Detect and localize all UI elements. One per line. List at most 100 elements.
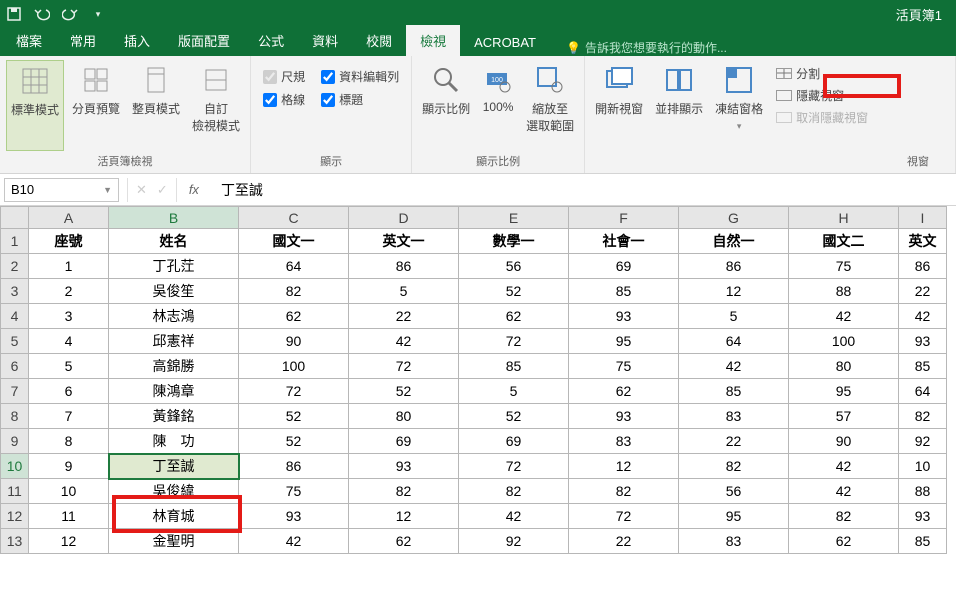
cell[interactable]: 金聖明: [109, 529, 239, 554]
cell[interactable]: 82: [679, 454, 789, 479]
cell[interactable]: 83: [569, 429, 679, 454]
cell[interactable]: 22: [349, 304, 459, 329]
tab-data[interactable]: 資料: [298, 25, 352, 56]
cell[interactable]: 90: [789, 429, 899, 454]
row-header[interactable]: 5: [1, 329, 29, 354]
cell[interactable]: 83: [679, 404, 789, 429]
cell[interactable]: 42: [789, 454, 899, 479]
formula-bar-checkbox[interactable]: 資料編輯列: [321, 68, 399, 85]
cell[interactable]: 93: [569, 404, 679, 429]
col-header[interactable]: A: [29, 207, 109, 229]
cell[interactable]: 丁孔茳: [109, 254, 239, 279]
cell[interactable]: 85: [899, 529, 947, 554]
cell[interactable]: 95: [569, 329, 679, 354]
col-header[interactable]: E: [459, 207, 569, 229]
col-header[interactable]: I: [899, 207, 947, 229]
cell[interactable]: 林育城: [109, 504, 239, 529]
cell[interactable]: 85: [459, 354, 569, 379]
tab-insert[interactable]: 插入: [110, 25, 164, 56]
cell[interactable]: 56: [459, 254, 569, 279]
cell[interactable]: 邱憲祥: [109, 329, 239, 354]
cell[interactable]: 陳鴻章: [109, 379, 239, 404]
cell[interactable]: 100: [789, 329, 899, 354]
cell[interactable]: 92: [899, 429, 947, 454]
cell[interactable]: 42: [789, 479, 899, 504]
tab-review[interactable]: 校閱: [352, 25, 406, 56]
tell-me[interactable]: 💡 告訴我您想要執行的動作...: [566, 39, 727, 56]
row-header[interactable]: 4: [1, 304, 29, 329]
cell[interactable]: 52: [239, 429, 349, 454]
cell[interactable]: 吳俊緯: [109, 479, 239, 504]
cell[interactable]: 64: [679, 329, 789, 354]
cell[interactable]: 12: [679, 279, 789, 304]
undo-icon[interactable]: [34, 6, 50, 22]
cell[interactable]: 82: [899, 404, 947, 429]
cell[interactable]: 22: [679, 429, 789, 454]
cell[interactable]: 自然一: [679, 229, 789, 254]
cell[interactable]: 10: [899, 454, 947, 479]
cell[interactable]: 95: [679, 504, 789, 529]
cell[interactable]: 42: [459, 504, 569, 529]
save-icon[interactable]: [6, 6, 22, 22]
cell[interactable]: 72: [239, 379, 349, 404]
cell[interactable]: 82: [239, 279, 349, 304]
cancel-icon[interactable]: ✕: [136, 182, 147, 198]
col-header[interactable]: G: [679, 207, 789, 229]
cell[interactable]: 英文一: [349, 229, 459, 254]
cell[interactable]: 黃鋒銘: [109, 404, 239, 429]
cell[interactable]: 85: [679, 379, 789, 404]
name-box[interactable]: B10▼: [4, 178, 119, 202]
worksheet[interactable]: A B C D E F G H I 1 座號姓名國文一英文一數學一社會一自然一國…: [0, 206, 956, 554]
ruler-checkbox[interactable]: 尺規: [263, 68, 305, 85]
page-break-button[interactable]: 分頁預覽: [68, 60, 124, 151]
qat-customize-icon[interactable]: ▾: [90, 6, 106, 22]
cell[interactable]: 93: [899, 504, 947, 529]
cell[interactable]: 社會一: [569, 229, 679, 254]
row-header[interactable]: 10: [1, 454, 29, 479]
cell[interactable]: 80: [789, 354, 899, 379]
cell[interactable]: 72: [349, 354, 459, 379]
cell[interactable]: 56: [679, 479, 789, 504]
headings-checkbox[interactable]: 標題: [321, 91, 399, 108]
tab-layout[interactable]: 版面配置: [164, 25, 244, 56]
cell[interactable]: 姓名: [109, 229, 239, 254]
cell[interactable]: 5: [459, 379, 569, 404]
cell[interactable]: 22: [569, 529, 679, 554]
cell[interactable]: 82: [349, 479, 459, 504]
normal-view-button[interactable]: 標準模式: [6, 60, 64, 151]
cell[interactable]: 42: [239, 529, 349, 554]
cell[interactable]: 86: [239, 454, 349, 479]
cell[interactable]: 72: [459, 454, 569, 479]
cell[interactable]: 82: [569, 479, 679, 504]
cell[interactable]: 國文一: [239, 229, 349, 254]
page-layout-button[interactable]: 整頁模式: [128, 60, 184, 151]
cell[interactable]: 57: [789, 404, 899, 429]
row-header[interactable]: 9: [1, 429, 29, 454]
chevron-down-icon[interactable]: ▼: [103, 185, 112, 195]
row-header[interactable]: 8: [1, 404, 29, 429]
cell[interactable]: 86: [349, 254, 459, 279]
cell[interactable]: 12: [349, 504, 459, 529]
cell[interactable]: 85: [899, 354, 947, 379]
cell[interactable]: 93: [899, 329, 947, 354]
col-header[interactable]: F: [569, 207, 679, 229]
cell[interactable]: 42: [679, 354, 789, 379]
cell[interactable]: 86: [899, 254, 947, 279]
row-header[interactable]: 7: [1, 379, 29, 404]
cell[interactable]: 3: [29, 304, 109, 329]
row-header[interactable]: 1: [1, 229, 29, 254]
cell[interactable]: 92: [459, 529, 569, 554]
cell[interactable]: 62: [789, 529, 899, 554]
cell[interactable]: 42: [789, 304, 899, 329]
zoom-100-button[interactable]: 100100%: [478, 60, 518, 151]
cell[interactable]: 75: [239, 479, 349, 504]
cell[interactable]: 69: [349, 429, 459, 454]
cell[interactable]: 93: [239, 504, 349, 529]
hide-window-button[interactable]: 隱藏視窗: [773, 86, 871, 105]
col-header[interactable]: C: [239, 207, 349, 229]
tab-home[interactable]: 常用: [56, 25, 110, 56]
cell[interactable]: 86: [679, 254, 789, 279]
cell[interactable]: 88: [899, 479, 947, 504]
row-header[interactable]: 12: [1, 504, 29, 529]
cell[interactable]: 英文: [899, 229, 947, 254]
